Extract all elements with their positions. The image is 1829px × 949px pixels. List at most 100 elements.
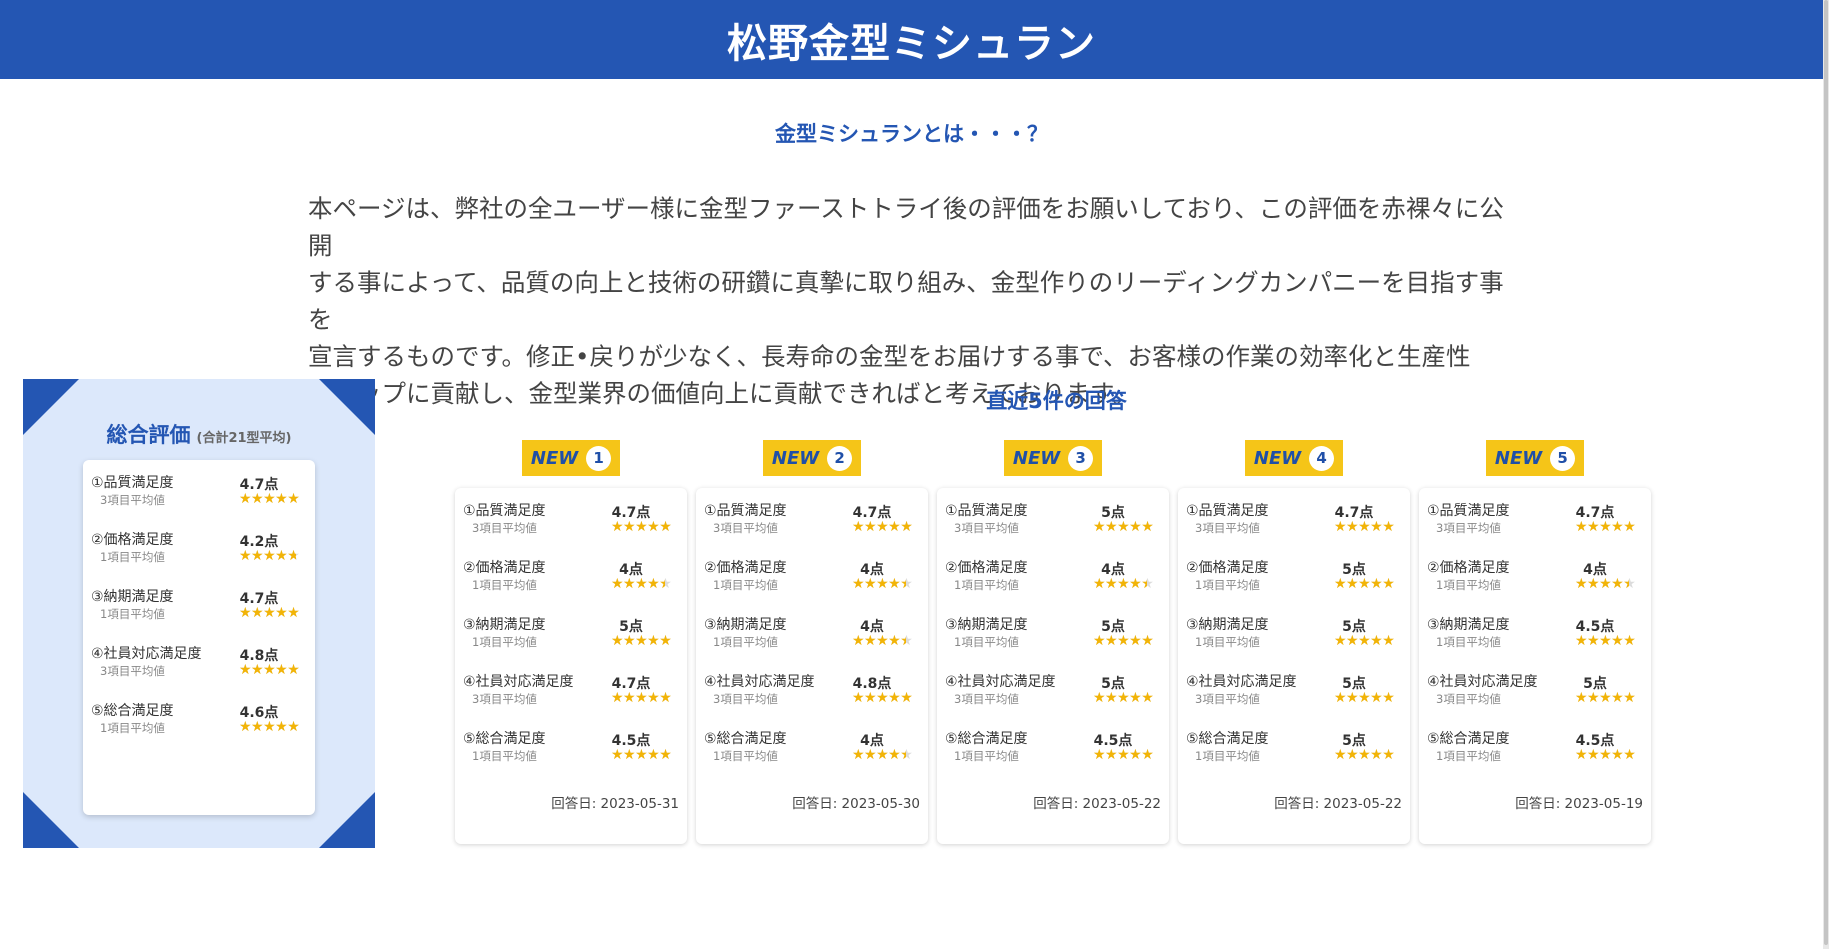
rating-sublabel: 1項目平均値	[100, 550, 165, 564]
rating-sublabel: 3項目平均値	[954, 521, 1019, 535]
star-rating: ★★★★★ ★★★★★	[1093, 691, 1161, 705]
corner-decoration	[319, 792, 375, 848]
rating-row: ②価格満足度 1項目平均値 4点 ★★★★★ ★★★★★	[945, 557, 1161, 614]
star-rating: ★★★★★ ★★★★★	[852, 577, 920, 591]
star-filled-icon: ★★★★★	[852, 691, 913, 705]
rating-label: ③納期満足度	[463, 617, 546, 633]
star-rating: ★★★★★ ★★★★★	[1093, 520, 1161, 534]
new-badge: NEW 3	[1004, 440, 1102, 476]
star-filled-icon: ★★★★★	[1575, 691, 1636, 705]
rating-row: ②価格満足度 1項目平均値 4点 ★★★★★ ★★★★★	[1427, 557, 1643, 614]
star-filled-icon: ★★★★★	[611, 577, 666, 591]
rating-row: ③納期満足度 1項目平均値 5点 ★★★★★ ★★★★★	[463, 614, 679, 671]
star-rating: ★★★★★ ★★★★★	[239, 720, 307, 734]
star-rating: ★★★★★ ★★★★★	[1093, 748, 1161, 762]
rating-sublabel: 3項目平均値	[713, 521, 778, 535]
new-badge: NEW 4	[1245, 440, 1343, 476]
response-card: ①品質満足度 3項目平均値 4.7点 ★★★★★ ★★★★★ ②価格満足度 1項目平均値 4点…	[455, 488, 687, 844]
rating-row: ①品質満足度 3項目平均値 4.7点 ★★★★★ ★★★★★	[704, 500, 920, 557]
star-filled-icon: ★★★★★	[1093, 577, 1148, 591]
star-filled-icon: ★★★★★	[611, 634, 672, 648]
star-rating: ★★★★★ ★★★★★	[239, 606, 307, 620]
star-rating: ★★★★★ ★★★★★	[611, 691, 679, 705]
new-badge: NEW 5	[1486, 440, 1584, 476]
new-label: NEW	[1253, 447, 1302, 469]
rating-sublabel: 1項目平均値	[954, 749, 1019, 763]
rating-sublabel: 3項目平均値	[100, 664, 165, 678]
rating-row: ③納期満足度 1項目平均値 4.7点 ★★★★★ ★★★★★	[91, 586, 307, 643]
rating-row: ⑤総合満足度 1項目平均値 4.5点 ★★★★★ ★★★★★	[945, 728, 1161, 785]
rating-label: ④社員対応満足度	[91, 646, 202, 662]
rating-label: ①品質満足度	[945, 503, 1028, 519]
star-rating: ★★★★★ ★★★★★	[611, 748, 679, 762]
star-rating: ★★★★★ ★★★★★	[852, 634, 920, 648]
scrollbar-thumb[interactable]	[1824, 0, 1828, 945]
new-label: NEW	[530, 447, 579, 469]
response-card: ①品質満足度 3項目平均値 4.7点 ★★★★★ ★★★★★ ②価格満足度 1項目平均値 4点…	[1419, 488, 1651, 844]
star-rating: ★★★★★ ★★★★★	[1575, 748, 1643, 762]
rating-row: ③納期満足度 1項目平均値 4.5点 ★★★★★ ★★★★★	[1427, 614, 1643, 671]
rating-row: ①品質満足度 3項目平均値 4.7点 ★★★★★ ★★★★★	[1186, 500, 1402, 557]
star-filled-icon: ★★★★★	[1093, 634, 1154, 648]
rating-label: ④社員対応満足度	[1186, 674, 1297, 690]
rating-label: ③納期満足度	[704, 617, 787, 633]
response-card: ①品質満足度 3項目平均値 5点 ★★★★★ ★★★★★ ②価格満足度 1項目平均値 4点 ★★…	[937, 488, 1169, 844]
star-filled-icon: ★★★★★	[852, 577, 907, 591]
rating-row: ①品質満足度 3項目平均値 4.7点 ★★★★★ ★★★★★	[91, 472, 307, 529]
rating-sublabel: 1項目平均値	[713, 578, 778, 592]
star-rating: ★★★★★ ★★★★★	[1334, 691, 1402, 705]
star-rating: ★★★★★ ★★★★★	[1093, 577, 1161, 591]
page-scrollbar[interactable]	[1823, 0, 1829, 949]
rating-label: ⑤総合満足度	[704, 731, 787, 747]
rating-row: ④社員対応満足度 3項目平均値 4.8点 ★★★★★ ★★★★★	[704, 671, 920, 728]
new-label: NEW	[1012, 447, 1061, 469]
star-rating: ★★★★★ ★★★★★	[852, 520, 920, 534]
site-header: 松野金型ミシュラン	[0, 0, 1823, 79]
rating-label: ④社員対応満足度	[945, 674, 1056, 690]
rating-sublabel: 1項目平均値	[100, 721, 165, 735]
star-rating: ★★★★★ ★★★★★	[1334, 577, 1402, 591]
rating-row: ⑤総合満足度 1項目平均値 4点 ★★★★★ ★★★★★	[704, 728, 920, 785]
rating-sublabel: 1項目平均値	[1195, 635, 1260, 649]
rating-sublabel: 1項目平均値	[100, 607, 165, 621]
star-filled-icon: ★★★★★	[852, 634, 907, 648]
rating-sublabel: 3項目平均値	[954, 692, 1019, 706]
rating-sublabel: 1項目平均値	[1436, 578, 1501, 592]
recent-responses-heading: 直近5件の回答	[986, 389, 1127, 413]
rating-row: ④社員対応満足度 3項目平均値 4.8点 ★★★★★ ★★★★★	[91, 643, 307, 700]
response-column: NEW 4 ①品質満足度 3項目平均値 4.7点 ★★★★★ ★★★★★ ②価格満足度 1項目平…	[1178, 440, 1410, 845]
intro-line: 宣言するものです。修正•戻りが少なく、長寿命の金型をお届けする事で、お客様の作業…	[308, 342, 1471, 371]
star-rating: ★★★★★ ★★★★★	[1334, 748, 1402, 762]
response-column: NEW 5 ①品質満足度 3項目平均値 4.7点 ★★★★★ ★★★★★ ②価格満足度 1項目平…	[1419, 440, 1651, 845]
rating-sublabel: 3項目平均値	[1436, 521, 1501, 535]
badge-number: 2	[827, 445, 853, 471]
new-label: NEW	[1494, 447, 1543, 469]
rating-sublabel: 1項目平均値	[472, 635, 537, 649]
overall-rating-note: (合計21型平均)	[196, 431, 292, 446]
rating-row: ④社員対応満足度 3項目平均値 5点 ★★★★★ ★★★★★	[945, 671, 1161, 728]
rating-label: ③納期満足度	[1186, 617, 1269, 633]
rating-label: ⑤総合満足度	[91, 703, 174, 719]
star-filled-icon: ★★★★★	[1575, 748, 1636, 762]
star-filled-icon: ★★★★★	[1575, 577, 1630, 591]
star-filled-icon: ★★★★★	[852, 748, 907, 762]
rating-sublabel: 1項目平均値	[1436, 635, 1501, 649]
star-filled-icon: ★★★★★	[852, 520, 913, 534]
rating-sublabel: 1項目平均値	[713, 749, 778, 763]
rating-row: ⑤総合満足度 1項目平均値 4.5点 ★★★★★ ★★★★★	[1427, 728, 1643, 785]
rating-sublabel: 1項目平均値	[713, 635, 778, 649]
rating-row: ③納期満足度 1項目平均値 5点 ★★★★★ ★★★★★	[1186, 614, 1402, 671]
star-rating: ★★★★★ ★★★★★	[852, 748, 920, 762]
rating-row: ⑤総合満足度 1項目平均値 4.5点 ★★★★★ ★★★★★	[463, 728, 679, 785]
intro-text: 本ページは、弊社の全ユーザー様に金型ファーストトライ後の評価をお願いしており、こ…	[308, 190, 1508, 412]
star-filled-icon: ★★★★★	[611, 691, 672, 705]
rating-sublabel: 3項目平均値	[1195, 521, 1260, 535]
rating-sublabel: 1項目平均値	[1195, 749, 1260, 763]
star-rating: ★★★★★ ★★★★★	[1575, 520, 1643, 534]
star-filled-icon: ★★★★★	[1334, 691, 1395, 705]
star-filled-icon: ★★★★★	[239, 492, 300, 506]
star-filled-icon: ★★★★★	[239, 549, 297, 563]
rating-sublabel: 3項目平均値	[472, 521, 537, 535]
rating-row: ①品質満足度 3項目平均値 5点 ★★★★★ ★★★★★	[945, 500, 1161, 557]
star-filled-icon: ★★★★★	[1093, 691, 1154, 705]
